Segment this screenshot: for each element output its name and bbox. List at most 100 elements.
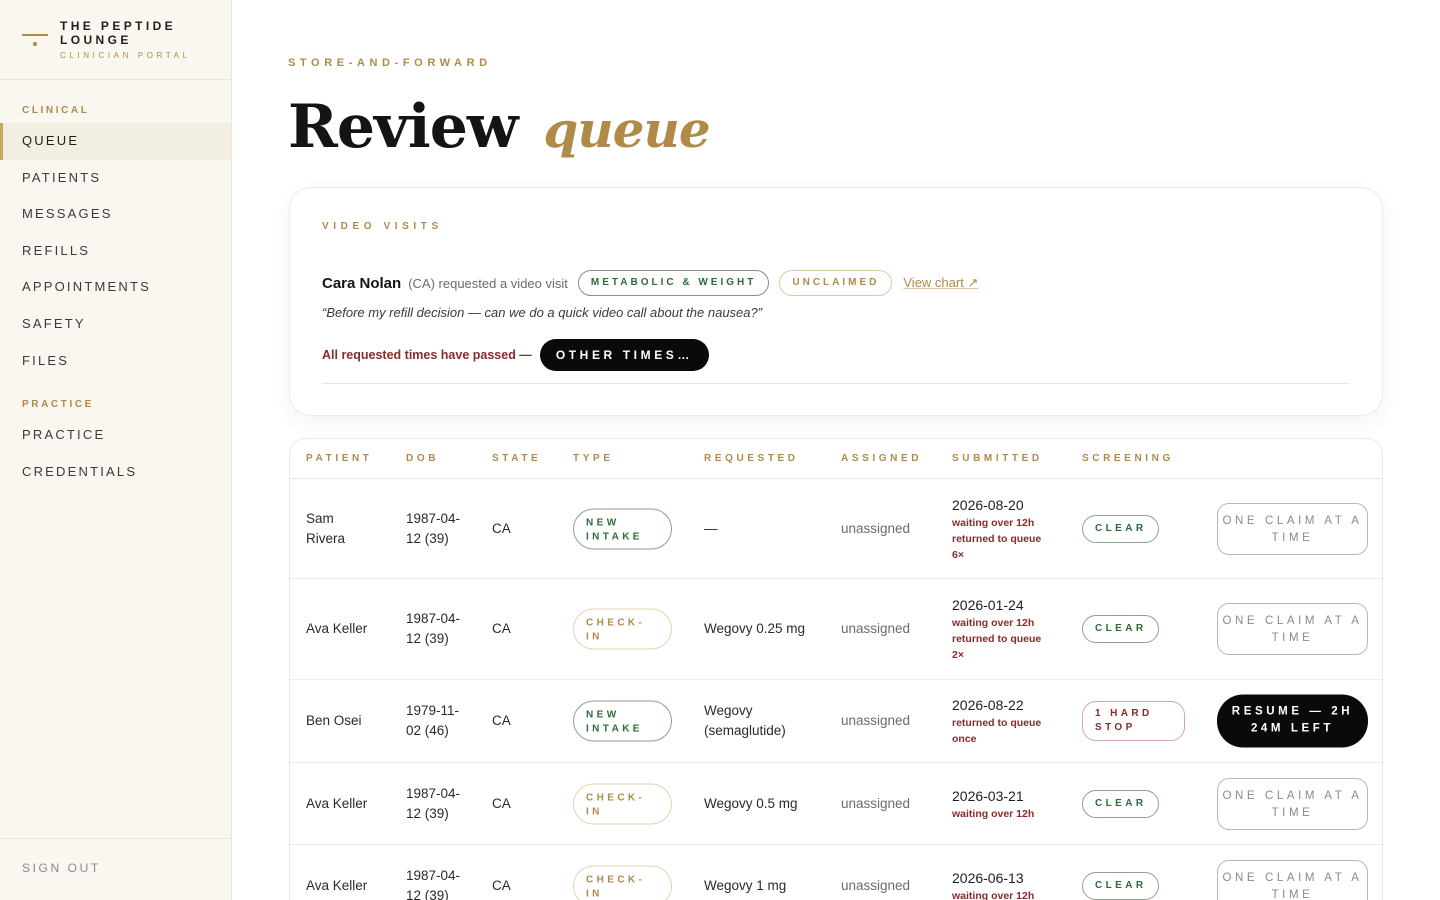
column-header-assigned: ASSIGNED	[841, 453, 923, 464]
visit-patient-name: Cara Nolan	[322, 274, 402, 292]
submitted-date: 2026-08-22	[952, 697, 1024, 713]
submitted-note: returned to queue 6×	[952, 532, 1042, 561]
requested-value: Wegovy 1 mg	[704, 877, 787, 893]
brand-name: THE PEPTIDE LOUNGE	[60, 19, 177, 47]
type-badge: NEW INTAKE	[573, 700, 672, 742]
table-row[interactable]: Ava Keller 1987-04-12 (39) CA CHECK-IN W…	[290, 763, 1382, 845]
requested-value: Wegovy 0.25 mg	[704, 621, 806, 636]
sidebar-item-credentials[interactable]: CREDENTIALS	[0, 454, 231, 491]
requested-value: Wegovy 0.5 mg	[704, 795, 798, 811]
submitted-cell: 2026-01-24 waiting over 12h returned to …	[952, 595, 1044, 663]
patient-state: CA	[492, 877, 511, 893]
screening-badge-hard-stop: 1 HARD STOP	[1082, 701, 1185, 741]
submitted-note: waiting over 12h	[952, 807, 1035, 820]
sidebar-item-appointments[interactable]: APPOINTMENTS	[0, 269, 231, 306]
submitted-note: waiting over 12h	[952, 516, 1035, 529]
column-header-patient: PATIENT	[306, 453, 373, 464]
assigned-value: unassigned	[841, 520, 911, 536]
patient-name: Sam Rivera	[306, 510, 346, 546]
visit-meta: (CA) requested a video visit	[408, 275, 568, 291]
resume-button[interactable]: RESUME — 2H 24M LEFT	[1217, 694, 1368, 748]
column-header-state: STATE	[492, 453, 542, 464]
table-row[interactable]: Sam Rivera 1987-04-12 (39) CA NEW INTAKE…	[290, 479, 1382, 579]
video-visits-card: VIDEO VISITS Cara Nolan (CA) requested a…	[289, 187, 1383, 416]
submitted-cell: 2026-08-20 waiting over 12h returned to …	[952, 495, 1044, 563]
one-claim-button[interactable]: ONE CLAIM AT A TIME	[1217, 859, 1368, 900]
page-title: Review queue	[288, 92, 711, 162]
sidebar-item-files[interactable]: FILES	[0, 343, 231, 380]
visit-status-badge: UNCLAIMED	[779, 270, 893, 296]
submitted-cell: 2026-06-13 waiting over 12h	[952, 868, 1044, 900]
submitted-date: 2026-06-13	[952, 869, 1024, 886]
table-header: PATIENT DOB STATE TYPE REQUESTED ASSIGNE…	[290, 439, 1382, 479]
column-header-type: TYPE	[573, 453, 614, 464]
assigned-value: unassigned	[841, 877, 911, 893]
table-row[interactable]: Ben Osei 1979-11-02 (46) CA NEW INTAKE W…	[290, 680, 1382, 763]
type-badge: CHECK-IN	[573, 608, 672, 650]
submitted-note: waiting over 12h	[952, 889, 1035, 900]
type-badge: NEW INTAKE	[573, 508, 672, 549]
assigned-value: unassigned	[841, 795, 911, 811]
sidebar-item-practice[interactable]: PRACTICE	[0, 417, 231, 454]
type-badge: CHECK-IN	[573, 783, 672, 824]
patient-dob: 1987-04-12 (39)	[406, 785, 461, 821]
screening-badge: CLEAR	[1082, 789, 1160, 818]
brand-subtitle: CLINICIAN PORTAL	[60, 51, 191, 60]
assigned-value: unassigned	[841, 621, 911, 636]
card-divider	[322, 383, 1350, 384]
video-visits-label: VIDEO VISITS	[322, 221, 443, 232]
patient-state: CA	[492, 520, 511, 536]
one-claim-button[interactable]: ONE CLAIM AT A TIME	[1217, 502, 1368, 555]
page-title-accent: queue	[543, 100, 710, 159]
screening-badge: CLEAR	[1082, 615, 1160, 643]
one-claim-button[interactable]: ONE CLAIM AT A TIME	[1217, 777, 1368, 830]
column-header-screening: SCREENING	[1082, 453, 1174, 464]
brand: THE PEPTIDE LOUNGE CLINICIAN PORTAL	[0, 0, 231, 80]
brand-logo-icon	[22, 33, 48, 48]
patient-name: Ava Keller	[306, 795, 368, 811]
sidebar-item-safety[interactable]: SAFETY	[0, 306, 231, 343]
submitted-note: waiting over 12h	[952, 617, 1035, 629]
screening-badge: CLEAR	[1082, 871, 1160, 900]
patient-dob: 1979-11-02 (46)	[406, 703, 460, 738]
times-row: All requested times have passed — OTHER …	[322, 339, 710, 371]
patient-state: CA	[492, 795, 511, 811]
sidebar-item-messages[interactable]: MESSAGES	[0, 196, 231, 233]
submitted-cell: 2026-03-21 waiting over 12h	[952, 786, 1044, 822]
view-chart-link[interactable]: View chart ↗	[903, 275, 978, 291]
other-times-button[interactable]: OTHER TIMES…	[539, 339, 710, 371]
type-badge: CHECK-IN	[573, 865, 672, 900]
submitted-date: 2026-03-21	[952, 787, 1024, 804]
requested-value: Wegovy (semaglutide)	[704, 703, 786, 738]
patient-dob: 1987-04-12 (39)	[406, 611, 461, 646]
column-header-dob: DOB	[406, 453, 440, 464]
sidebar-footer: SIGN OUT	[0, 838, 231, 900]
one-claim-button[interactable]: ONE CLAIM AT A TIME	[1217, 603, 1368, 655]
nav-section-practice: PRACTICE	[22, 399, 94, 411]
sidebar-item-refills[interactable]: REFILLS	[0, 233, 231, 270]
queue-table: PATIENT DOB STATE TYPE REQUESTED ASSIGNE…	[289, 438, 1383, 900]
requested-value: —	[704, 520, 718, 536]
patient-state: CA	[492, 621, 511, 636]
visit-quote: “Before my refill decision — can we do a…	[322, 305, 763, 320]
patient-name: Ava Keller	[306, 621, 368, 636]
patient-dob: 1987-04-12 (39)	[406, 867, 461, 900]
times-passed-note: All requested times have passed —	[322, 348, 532, 362]
column-header-requested: REQUESTED	[704, 453, 799, 464]
sidebar-item-patients[interactable]: PATIENTS	[0, 160, 231, 197]
sign-out-link[interactable]: SIGN OUT	[22, 861, 101, 875]
patient-name: Ava Keller	[306, 877, 368, 893]
page-title-main: Review	[288, 92, 519, 162]
submitted-note: returned to queue 2×	[952, 633, 1042, 661]
patient-name: Ben Osei	[306, 713, 362, 728]
table-row[interactable]: Ava Keller 1987-04-12 (39) CA CHECK-IN W…	[290, 579, 1382, 680]
submitted-cell: 2026-08-22 returned to queue once	[952, 695, 1044, 747]
submitted-date: 2026-01-24	[952, 597, 1024, 613]
submitted-date: 2026-08-20	[952, 496, 1024, 513]
table-row[interactable]: Ava Keller 1987-04-12 (39) CA CHECK-IN W…	[290, 845, 1382, 900]
nav-section-clinical: CLINICAL	[22, 105, 90, 116]
video-visit-row: Cara Nolan (CA) requested a video visit …	[322, 270, 978, 296]
sidebar-item-queue[interactable]: QUEUE	[0, 123, 231, 160]
patient-dob: 1987-04-12 (39)	[406, 510, 461, 546]
visit-category-badge: METABOLIC & WEIGHT	[577, 270, 770, 296]
